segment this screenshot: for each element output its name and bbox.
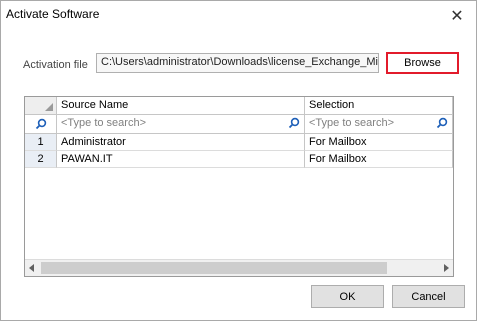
source-grid: Source Name Selection <Type to search> <… — [24, 96, 454, 277]
search-placeholder: <Type to search> — [61, 117, 146, 129]
browse-button[interactable]: Browse — [386, 52, 459, 74]
grid-corner — [25, 97, 57, 115]
activation-file-field[interactable]: C:\Users\administrator\Downloads\license… — [96, 53, 379, 73]
column-header-source-name[interactable]: Source Name — [57, 97, 305, 115]
search-selection[interactable]: <Type to search> — [305, 115, 453, 134]
ok-button[interactable]: OK — [311, 285, 384, 308]
activation-file-label: Activation file — [23, 59, 88, 71]
title-bar: Activate Software ✕ — [1, 1, 476, 31]
column-header-selection[interactable]: Selection — [305, 97, 453, 115]
cell-selection[interactable]: For Mailbox — [305, 151, 453, 168]
row-number[interactable]: 2 — [25, 151, 57, 168]
search-placeholder: <Type to search> — [309, 117, 394, 129]
search-icon — [35, 118, 46, 130]
scroll-right-icon[interactable] — [444, 264, 449, 272]
cancel-button[interactable]: Cancel — [392, 285, 465, 308]
activate-software-dialog: Activate Software ✕ Activation file C:\U… — [0, 0, 477, 321]
cell-source-name[interactable]: PAWAN.IT — [57, 151, 305, 168]
row-number[interactable]: 1 — [25, 134, 57, 151]
close-icon[interactable]: ✕ — [446, 5, 468, 27]
horizontal-scrollbar[interactable] — [25, 259, 453, 276]
cell-source-name[interactable]: Administrator — [57, 134, 305, 151]
search-source-name[interactable]: <Type to search> — [57, 115, 305, 134]
search-row-indicator — [25, 115, 57, 134]
search-icon[interactable] — [436, 117, 448, 132]
cell-selection[interactable]: For Mailbox — [305, 134, 453, 151]
scroll-thumb[interactable] — [41, 262, 387, 274]
window-title: Activate Software — [6, 7, 100, 21]
search-icon[interactable] — [288, 117, 300, 132]
scroll-left-icon[interactable] — [29, 264, 34, 272]
